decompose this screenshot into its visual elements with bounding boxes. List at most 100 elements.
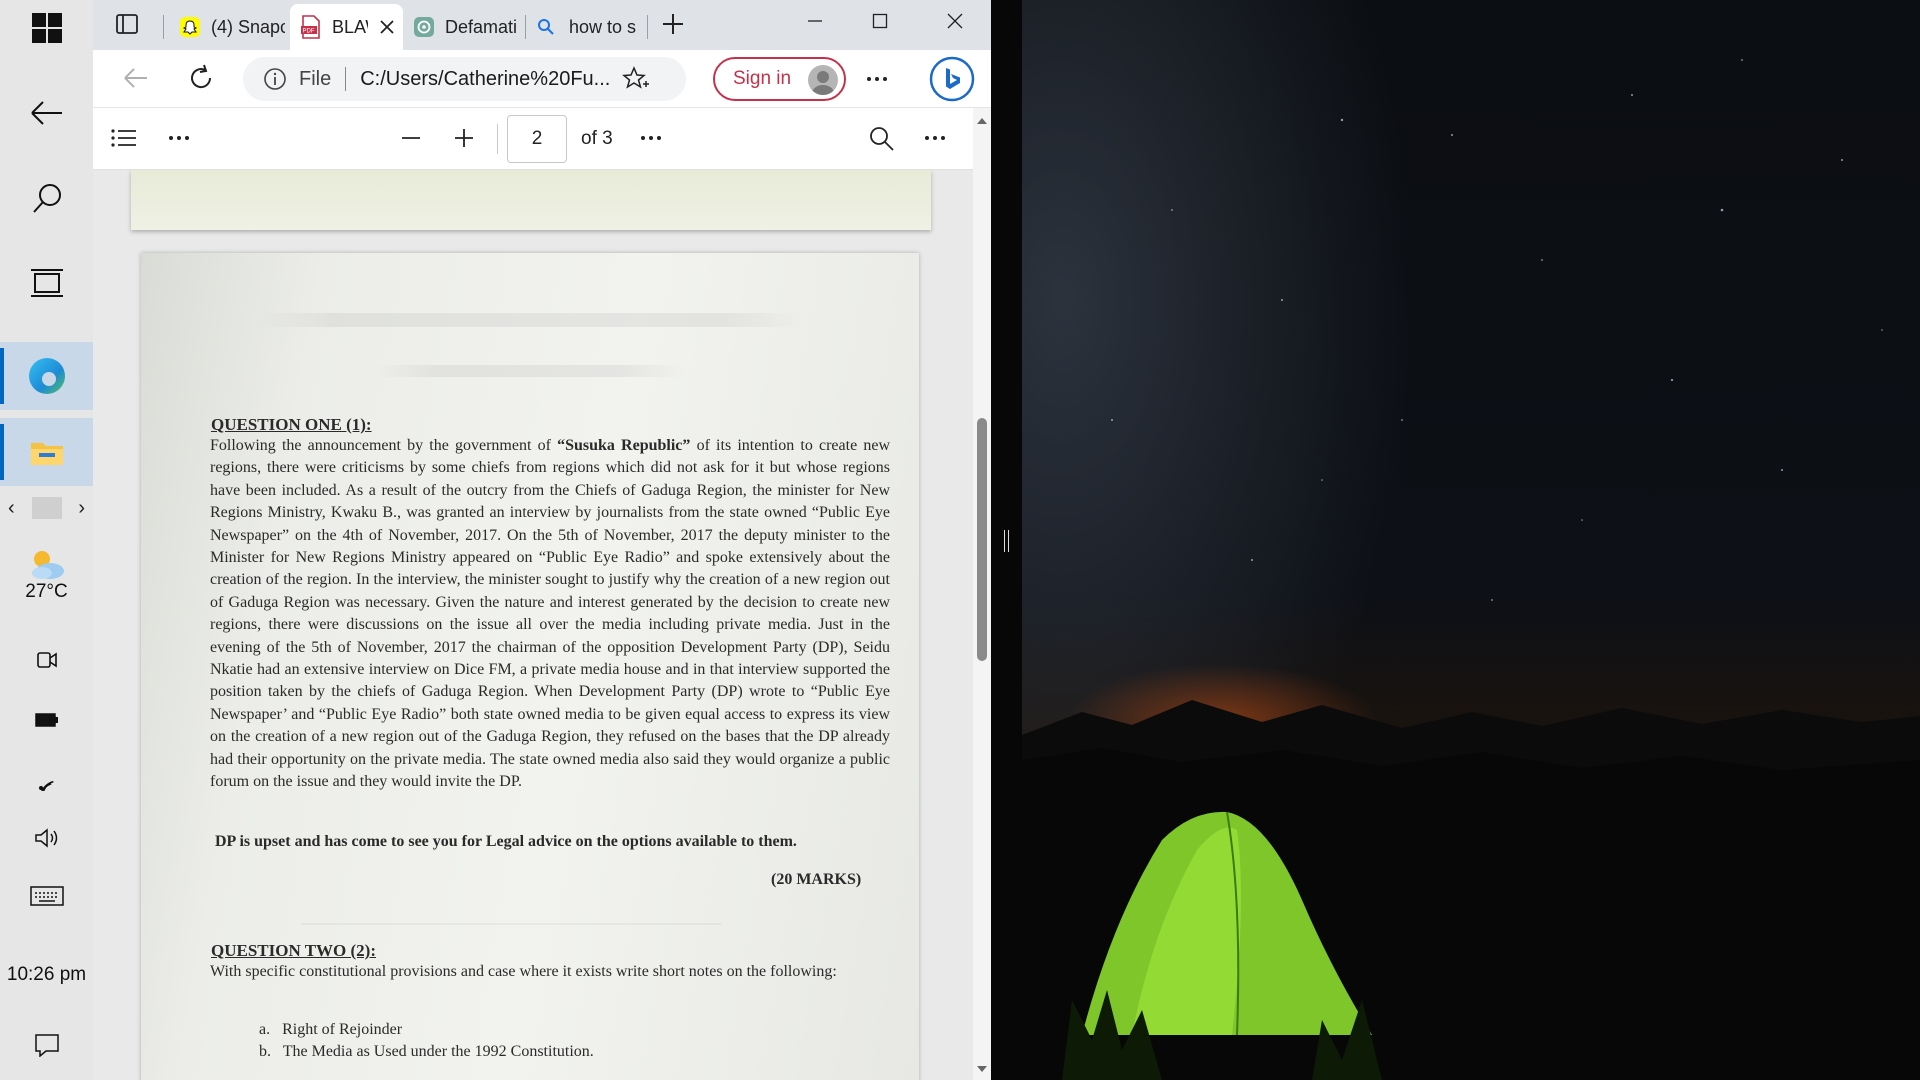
taskbar-scroller[interactable]: ‹ › xyxy=(0,496,93,520)
bleed-through-mark xyxy=(141,313,919,327)
tab-label: Defamati xyxy=(445,16,518,37)
tab-label: BLAW xyxy=(332,16,368,37)
list-item-text: The Media as Used under the 1992 Constit… xyxy=(282,1043,594,1060)
address-url: C:/Users/Catherine%20Fu... xyxy=(360,67,611,90)
country-name: “Susuka Republic” xyxy=(557,437,691,454)
back-button[interactable] xyxy=(0,85,93,141)
tab-search[interactable]: how to s xyxy=(531,4,647,50)
vertical-scrollbar[interactable] xyxy=(973,108,991,1080)
bing-icon xyxy=(929,56,975,102)
scrollbar-thumb[interactable] xyxy=(977,418,987,661)
back-button[interactable] xyxy=(123,66,149,95)
speaker-icon xyxy=(34,828,57,848)
current-page: 2 xyxy=(531,128,543,149)
refresh-icon xyxy=(191,64,212,89)
sign-in-label: Sign in xyxy=(733,68,792,89)
wifi-icon xyxy=(38,780,54,791)
search-icon xyxy=(32,184,61,213)
info-icon xyxy=(264,68,286,90)
notifications-button[interactable] xyxy=(0,1025,93,1065)
file-explorer-taskbar-button[interactable] xyxy=(0,418,93,486)
tab-blaw-pdf[interactable]: PDF BLAW xyxy=(290,4,403,50)
pdf-more-center-button[interactable] xyxy=(639,128,663,153)
snapchat-icon xyxy=(180,17,200,37)
clock[interactable]: 10:26 pm xyxy=(0,955,93,995)
tab-actions-button[interactable] xyxy=(115,12,139,41)
wifi-button[interactable] xyxy=(0,760,93,800)
question-two-heading: QUESTION TWO (2): xyxy=(211,941,376,960)
page-number-input[interactable]: 2 xyxy=(507,115,567,163)
start-button[interactable] xyxy=(0,0,93,56)
more-horizontal-icon xyxy=(641,136,661,140)
chevron-left-icon[interactable]: ‹ xyxy=(8,497,15,520)
task-view-button[interactable] xyxy=(0,255,93,311)
zoom-out-button[interactable] xyxy=(400,128,422,153)
battery-button[interactable] xyxy=(0,700,93,740)
edge-taskbar-button[interactable] xyxy=(0,342,93,410)
close-icon xyxy=(380,20,394,34)
clock-time: 10:26 pm xyxy=(6,964,87,985)
chevron-right-icon[interactable]: › xyxy=(78,497,85,520)
address-bar[interactable]: File C:/Users/Catherine%20Fu... xyxy=(243,57,686,101)
add-favorite-icon xyxy=(622,66,650,89)
settings-more-button[interactable] xyxy=(865,68,889,95)
more-horizontal-icon xyxy=(169,136,189,140)
tab-label: (4) Snapc xyxy=(211,16,285,37)
list-item: b. The Media as Used under the 1992 Cons… xyxy=(259,1043,594,1061)
search-icon xyxy=(538,19,554,35)
tab-defamation[interactable]: Defamati xyxy=(405,4,523,50)
question-one-text-start: Following the announcement by the govern… xyxy=(210,437,558,454)
close-window-button[interactable] xyxy=(923,0,987,42)
refresh-button[interactable] xyxy=(187,64,215,97)
edge-browser-window: (4) Snapc PDF BLAW Defamati how to s xyxy=(93,0,991,1080)
tab-separator xyxy=(647,15,648,39)
close-icon xyxy=(947,13,963,29)
meet-now-button[interactable] xyxy=(0,640,93,680)
scroll-down-arrow-icon xyxy=(977,1066,987,1072)
battery-icon xyxy=(34,713,58,727)
divider-grip-icon[interactable] xyxy=(1004,530,1009,552)
tab-bar: (4) Snapc PDF BLAW Defamati how to s xyxy=(93,0,991,50)
scroll-up-arrow-icon xyxy=(977,118,987,124)
plus-icon xyxy=(663,14,683,34)
arrow-left-icon xyxy=(124,68,147,88)
touch-keyboard-button[interactable] xyxy=(0,876,93,916)
snap-divider[interactable] xyxy=(991,0,1022,1080)
tab-label: how to s xyxy=(569,16,637,37)
pdf-more-right-button[interactable] xyxy=(923,128,947,153)
desktop-wallpaper xyxy=(1022,0,1920,1080)
question-one-task: DP is upset and has come to see you for … xyxy=(215,833,797,850)
tab-separator xyxy=(163,15,164,39)
more-horizontal-icon xyxy=(925,136,945,140)
maximize-icon xyxy=(872,13,888,29)
new-tab-button[interactable] xyxy=(661,12,685,41)
taskbar: ‹ › 27°C 10:26 pm xyxy=(0,0,93,1080)
question-two-text: With specific constitutional provisions … xyxy=(210,963,837,980)
list-item: a. Right of Rejoinder xyxy=(259,1021,402,1039)
weather-widget[interactable]: 27°C xyxy=(0,534,93,614)
volume-button[interactable] xyxy=(0,818,93,858)
minimize-button[interactable] xyxy=(783,0,847,42)
user-icon xyxy=(812,71,834,95)
avatar xyxy=(808,65,838,95)
folder-icon xyxy=(30,443,63,465)
pdf-more-left-button[interactable] xyxy=(167,128,191,153)
find-in-pdf-button[interactable] xyxy=(869,126,895,157)
bing-copilot-button[interactable] xyxy=(929,56,975,107)
search-button[interactable] xyxy=(0,170,93,226)
plus-icon xyxy=(455,129,473,147)
tab-snapchat[interactable]: (4) Snapc xyxy=(173,4,285,50)
arrow-left-icon xyxy=(30,101,62,125)
pdf-page-2: QUESTION ONE (1): Following the announce… xyxy=(141,253,919,1080)
maximize-button[interactable] xyxy=(848,0,912,42)
question-one-text: Following the announcement by the govern… xyxy=(210,435,890,794)
pdf-viewer[interactable]: QUESTION ONE (1): Following the announce… xyxy=(93,170,991,1080)
weather-temperature: 27°C xyxy=(25,581,68,602)
zoom-in-button[interactable] xyxy=(453,128,475,153)
table-of-contents-button[interactable] xyxy=(111,128,137,153)
taskbar-scroll-thumb[interactable] xyxy=(31,497,62,519)
sign-in-button[interactable]: Sign in xyxy=(713,57,846,101)
active-indicator xyxy=(0,348,4,404)
chatgpt-icon xyxy=(414,17,434,37)
list-item-text: Right of Rejoinder xyxy=(282,1021,403,1038)
